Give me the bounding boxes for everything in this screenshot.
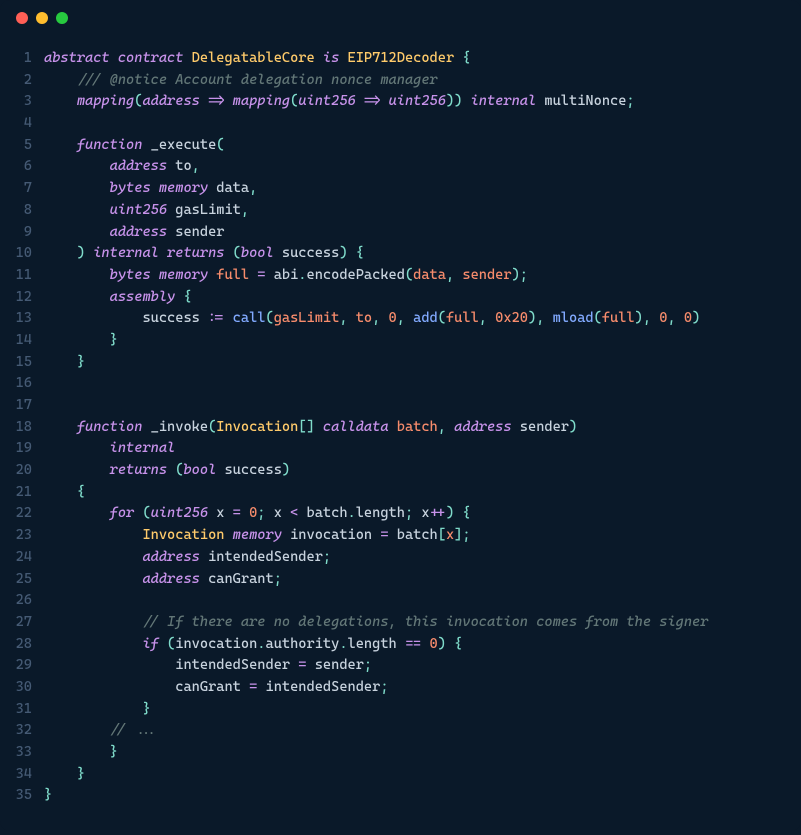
code-line: bytes memory full = abi.encodePacked(dat… [44, 265, 789, 287]
line-number: 20 [0, 460, 32, 482]
line-number: 4 [0, 113, 32, 135]
line-number: 22 [0, 503, 32, 525]
line-number: 19 [0, 438, 32, 460]
line-number: 15 [0, 352, 32, 374]
line-number: 26 [0, 590, 32, 612]
code-line: { [44, 482, 789, 504]
line-number: 23 [0, 525, 32, 547]
code-line: address sender [44, 222, 789, 244]
code-line: } [44, 330, 789, 352]
line-number: 9 [0, 222, 32, 244]
line-number: 12 [0, 287, 32, 309]
code-line: bytes memory data, [44, 178, 789, 200]
line-number: 18 [0, 417, 32, 439]
code-line: address canGrant; [44, 569, 789, 591]
close-icon[interactable] [16, 12, 28, 24]
maximize-icon[interactable] [56, 12, 68, 24]
code-line: } [44, 352, 789, 374]
line-number: 32 [0, 720, 32, 742]
code-line [44, 373, 789, 395]
line-number: 6 [0, 156, 32, 178]
code-line: } [44, 785, 789, 807]
code-line: function _invoke(Invocation[] calldata b… [44, 417, 789, 439]
line-gutter: 1234567891011121314151617181920212223242… [0, 48, 44, 807]
line-number: 21 [0, 482, 32, 504]
code-line: internal [44, 438, 789, 460]
line-number: 17 [0, 395, 32, 417]
code-line: mapping(address => mapping(uint256 => ui… [44, 91, 789, 113]
minimize-icon[interactable] [36, 12, 48, 24]
code-line: address intendedSender; [44, 547, 789, 569]
line-number: 7 [0, 178, 32, 200]
line-number: 11 [0, 265, 32, 287]
code-line: intendedSender = sender; [44, 655, 789, 677]
code-line: uint256 gasLimit, [44, 200, 789, 222]
line-number: 8 [0, 200, 32, 222]
code-content: abstract contract DelegatableCore is EIP… [44, 48, 789, 807]
window-titlebar [0, 0, 801, 36]
line-number: 31 [0, 699, 32, 721]
line-number: 1 [0, 48, 32, 70]
code-line: if (invocation.authority.length == 0) { [44, 634, 789, 656]
line-number: 5 [0, 135, 32, 157]
line-number: 2 [0, 70, 32, 92]
line-number: 34 [0, 764, 32, 786]
code-line: address to, [44, 156, 789, 178]
line-number: 14 [0, 330, 32, 352]
line-number: 13 [0, 308, 32, 330]
code-line: Invocation memory invocation = batch[x]; [44, 525, 789, 547]
line-number: 16 [0, 373, 32, 395]
code-line: ) internal returns (bool success) { [44, 243, 789, 265]
line-number: 24 [0, 547, 32, 569]
line-number: 25 [0, 569, 32, 591]
line-number: 33 [0, 742, 32, 764]
line-number: 10 [0, 243, 32, 265]
code-line: canGrant = intendedSender; [44, 677, 789, 699]
code-line [44, 590, 789, 612]
line-number: 35 [0, 785, 32, 807]
line-number: 28 [0, 634, 32, 656]
code-line: } [44, 742, 789, 764]
code-line: function _execute( [44, 135, 789, 157]
code-area: 1234567891011121314151617181920212223242… [0, 36, 801, 831]
code-window: 1234567891011121314151617181920212223242… [0, 0, 801, 831]
code-line: /// @notice Account delegation nonce man… [44, 70, 789, 92]
line-number: 30 [0, 677, 32, 699]
line-number: 3 [0, 91, 32, 113]
code-line: // If there are no delegations, this inv… [44, 612, 789, 634]
code-line: // ... [44, 720, 789, 742]
code-line: success := call(gasLimit, to, 0, add(ful… [44, 308, 789, 330]
code-line: for (uint256 x = 0; x < batch.length; x+… [44, 503, 789, 525]
code-line: abstract contract DelegatableCore is EIP… [44, 48, 789, 70]
code-line: assembly { [44, 287, 789, 309]
code-line: returns (bool success) [44, 460, 789, 482]
code-line: } [44, 699, 789, 721]
line-number: 29 [0, 655, 32, 677]
code-line [44, 113, 789, 135]
code-line: } [44, 764, 789, 786]
line-number: 27 [0, 612, 32, 634]
code-line [44, 395, 789, 417]
